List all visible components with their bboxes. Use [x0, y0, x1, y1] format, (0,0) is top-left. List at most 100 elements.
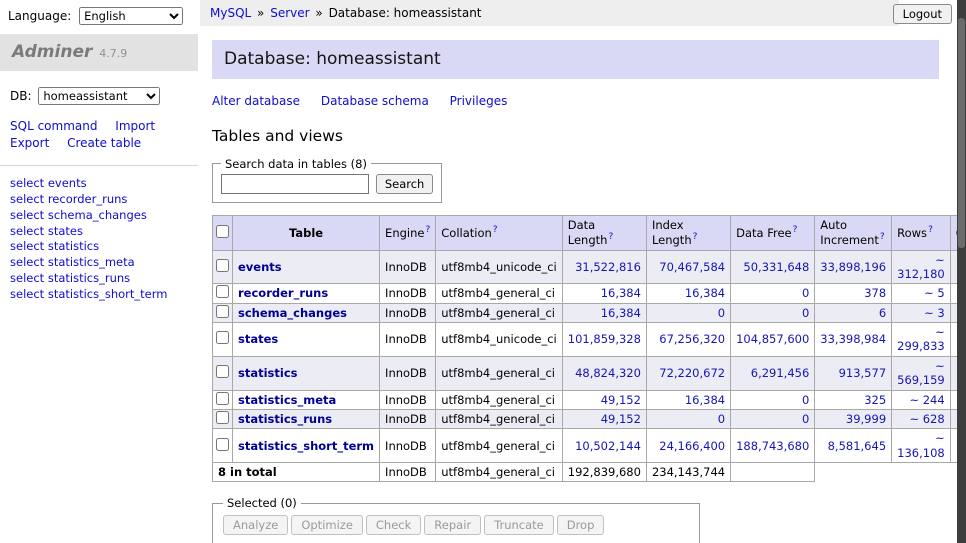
total-label-cell: 8 in total — [213, 463, 380, 482]
sidebar-item-select-states[interactable]: select states — [10, 224, 188, 240]
table-row-statistics-runs: statistics_runsInnoDButf8mb4_general_ci4… — [213, 409, 966, 428]
rows-count-link[interactable]: ~ 3 — [924, 306, 945, 320]
rows-count-link[interactable]: ~ 5 — [924, 286, 945, 300]
table-name-link[interactable]: schema_changes — [238, 306, 347, 320]
table-row-statistics: statisticsInnoDButf8mb4_general_ci48,824… — [213, 356, 966, 390]
breadcrumb-server-link[interactable]: Server — [270, 6, 309, 20]
table-row-events: eventsInnoDButf8mb4_unicode_ci31,522,816… — [213, 250, 966, 284]
selected-fieldset: Selected (0) AnalyzeOptimizeCheckRepairT… — [212, 496, 700, 543]
collation-cell: utf8mb4_unicode_ci — [436, 323, 563, 357]
selected-buttons: AnalyzeOptimizeCheckRepairTruncateDrop — [223, 515, 689, 535]
row-select-checkbox[interactable] — [216, 365, 229, 378]
analyze-button[interactable]: Analyze — [223, 515, 288, 535]
row-select-checkbox[interactable] — [216, 411, 229, 424]
help-icon[interactable]: ? — [693, 232, 698, 242]
row-select-checkbox[interactable] — [216, 331, 229, 344]
sidebar-table-links: select eventsselect recorder_runsselect … — [0, 166, 198, 302]
table-name-link[interactable]: statistics_short_term — [238, 439, 374, 453]
row-select-checkbox[interactable] — [216, 305, 229, 318]
help-icon[interactable]: ? — [425, 225, 430, 235]
tables-header-row: TableEngine?Collation?Data Length?Index … — [213, 216, 966, 251]
table-name-cell: statistics — [233, 356, 380, 390]
collation-cell: utf8mb4_unicode_ci — [436, 250, 563, 284]
sidebar-item-select-schema-changes[interactable]: select schema_changes — [10, 208, 188, 224]
table-name-link[interactable]: events — [238, 260, 282, 274]
help-icon[interactable]: ? — [608, 232, 613, 242]
sql-command-link[interactable]: SQL command — [10, 119, 97, 133]
privileges-link[interactable]: Privileges — [450, 94, 508, 108]
help-icon[interactable]: ? — [793, 225, 798, 235]
engine-cell: InnoDB — [380, 356, 436, 390]
help-icon[interactable]: ? — [493, 225, 498, 235]
help-icon[interactable]: ? — [880, 232, 885, 242]
sidebar-item-select-statistics-runs[interactable]: select statistics_runs — [10, 271, 188, 287]
rows-count-link[interactable]: ~ 312,180 — [897, 253, 945, 281]
breadcrumb-mysql-link[interactable]: MySQL — [210, 6, 251, 20]
drop-button[interactable]: Drop — [557, 515, 605, 535]
index-length-cell: 16,384 — [646, 390, 730, 409]
row-select-checkbox[interactable] — [216, 392, 229, 405]
column-header-data-length: Data Length? — [562, 216, 646, 251]
table-name-cell: schema_changes — [233, 303, 380, 322]
optimize-button[interactable]: Optimize — [291, 515, 363, 535]
sidebar-item-select-recorder-runs[interactable]: select recorder_runs — [10, 192, 188, 208]
rows-count-link[interactable]: ~ 299,833 — [897, 325, 945, 353]
index-length-cell: 72,220,672 — [646, 356, 730, 390]
alter-database-link[interactable]: Alter database — [212, 94, 300, 108]
language-row: Language: English — [0, 0, 198, 32]
sidebar-item-select-events[interactable]: select events — [10, 176, 188, 192]
row-select-checkbox[interactable] — [216, 438, 229, 451]
export-link[interactable]: Export — [10, 136, 49, 150]
engine-cell: InnoDB — [380, 250, 436, 284]
row-select-checkbox[interactable] — [216, 259, 229, 272]
collation-cell: utf8mb4_general_ci — [436, 409, 563, 428]
tables-body: eventsInnoDButf8mb4_unicode_ci31,522,816… — [213, 250, 966, 463]
db-label: DB: — [10, 89, 32, 103]
table-name-link[interactable]: states — [238, 332, 278, 346]
row-select-cell — [213, 250, 233, 284]
collation-cell: utf8mb4_general_ci — [436, 284, 563, 303]
language-select[interactable]: English — [79, 7, 183, 25]
table-name-cell: statistics_short_term — [233, 429, 380, 463]
sidebar-item-select-statistics-short-term[interactable]: select statistics_short_term — [10, 287, 188, 303]
scrollbar-thumb[interactable] — [958, 18, 965, 248]
table-name-cell: statistics_meta — [233, 390, 380, 409]
total-index-length-cell: 234,143,744 — [646, 463, 730, 482]
rows-count-link[interactable]: ~ 136,108 — [897, 431, 945, 459]
rows-count-link[interactable]: ~ 628 — [909, 412, 944, 426]
search-button[interactable]: Search — [376, 174, 434, 194]
content: Database: homeassistant Alter database D… — [198, 26, 957, 543]
rows-count-link[interactable]: ~ 569,159 — [897, 359, 945, 387]
select-all-checkbox[interactable] — [216, 225, 229, 238]
table-name-link[interactable]: statistics_meta — [238, 393, 336, 407]
database-schema-link[interactable]: Database schema — [321, 94, 429, 108]
repair-button[interactable]: Repair — [424, 515, 481, 535]
table-name-link[interactable]: statistics_runs — [238, 412, 332, 426]
check-button[interactable]: Check — [366, 515, 421, 535]
db-action-links: Alter database Database schema Privilege… — [212, 94, 939, 109]
logout-button[interactable]: Logout — [893, 4, 952, 24]
sidebar-item-select-statistics[interactable]: select statistics — [10, 239, 188, 255]
row-select-checkbox[interactable] — [216, 285, 229, 298]
db-select[interactable]: homeassistant — [38, 87, 160, 105]
rows-count-link[interactable]: ~ 244 — [909, 393, 944, 407]
import-link[interactable]: Import — [115, 119, 155, 133]
scrollbar[interactable] — [957, 0, 966, 543]
create-table-link[interactable]: Create table — [67, 136, 141, 150]
data-length-cell: 16,384 — [562, 303, 646, 322]
data-free-cell: 0 — [731, 390, 815, 409]
table-name-cell: statistics_runs — [233, 409, 380, 428]
table-row-statistics-short-term: statistics_short_termInnoDButf8mb4_gener… — [213, 429, 966, 463]
index-length-cell: 0 — [646, 409, 730, 428]
index-length-cell: 24,166,400 — [646, 429, 730, 463]
table-row-recorder-runs: recorder_runsInnoDButf8mb4_general_ci16,… — [213, 284, 966, 303]
sidebar-item-select-statistics-meta[interactable]: select statistics_meta — [10, 255, 188, 271]
truncate-button[interactable]: Truncate — [484, 515, 554, 535]
row-select-cell — [213, 303, 233, 322]
help-icon[interactable]: ? — [928, 225, 933, 235]
language-label: Language: — [8, 9, 71, 23]
table-name-link[interactable]: statistics — [238, 366, 298, 380]
search-input[interactable] — [221, 174, 369, 194]
table-name-link[interactable]: recorder_runs — [238, 286, 328, 300]
rows-count-cell: ~ 5 — [892, 284, 951, 303]
